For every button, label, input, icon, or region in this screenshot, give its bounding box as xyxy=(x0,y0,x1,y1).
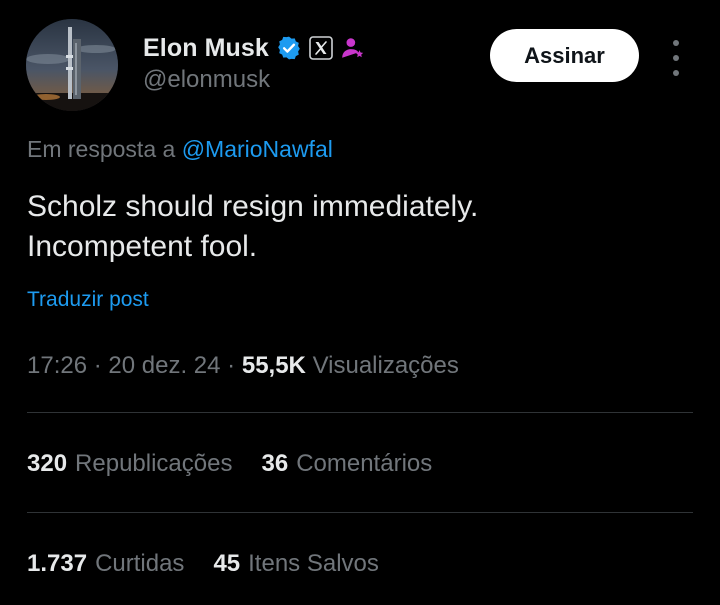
reposts-label: Republicações xyxy=(75,450,233,477)
verified-badge-icon[interactable] xyxy=(276,35,302,61)
post-text: Scholz should resign immediately. Incomp… xyxy=(27,187,687,267)
divider xyxy=(27,512,693,513)
x-affiliate-icon[interactable] xyxy=(309,36,333,60)
more-dot xyxy=(673,55,679,61)
bookmarks-stat[interactable]: 45 Itens Salvos xyxy=(213,550,378,578)
likes-stat[interactable]: 1.737 Curtidas xyxy=(27,550,184,578)
post-text-line: Scholz should resign immediately. xyxy=(27,190,479,223)
follow-button[interactable]: Assinar xyxy=(490,29,639,82)
author-name-row: Elon Musk xyxy=(143,30,366,66)
post-time[interactable]: 17:26 xyxy=(27,352,87,379)
avatar-rocket-image xyxy=(26,19,118,111)
bookmarks-count: 45 xyxy=(213,550,241,577)
reply-context: Em resposta a @MarioNawfal xyxy=(27,136,333,163)
views-label: Visualizações xyxy=(312,352,459,379)
views-count: 55,5K xyxy=(241,352,306,379)
more-options-icon[interactable] xyxy=(666,40,686,76)
post-meta: 17:26 · 20 dez. 24 · 55,5K Visualizações xyxy=(27,352,459,380)
author-name[interactable]: Elon Musk xyxy=(143,34,269,63)
post-date[interactable]: 20 dez. 24 xyxy=(108,352,220,379)
post-text-line: Incompetent fool. xyxy=(27,230,258,263)
more-dot xyxy=(673,40,679,46)
bookmarks-label: Itens Salvos xyxy=(248,550,379,577)
stats-row-likes-bookmarks: 1.737 Curtidas 45 Itens Salvos xyxy=(27,550,379,578)
meta-separator: · xyxy=(227,352,236,379)
author-handle[interactable]: @elonmusk xyxy=(143,66,270,94)
comments-stat[interactable]: 36 Comentários xyxy=(261,450,432,478)
translate-post-link[interactable]: Traduzir post xyxy=(27,288,149,312)
parody-person-icon[interactable] xyxy=(340,35,366,61)
more-dot xyxy=(673,70,679,76)
reposts-stat[interactable]: 320 Republicações xyxy=(27,450,232,478)
reposts-count: 320 xyxy=(27,450,68,477)
comments-label: Comentários xyxy=(296,450,433,477)
likes-label: Curtidas xyxy=(95,550,185,577)
meta-separator: · xyxy=(93,352,102,379)
reply-prefix: Em resposta a xyxy=(27,136,176,162)
reply-mention-link[interactable]: @MarioNawfal xyxy=(182,136,333,162)
comments-count: 36 xyxy=(261,450,289,477)
divider xyxy=(27,412,693,413)
avatar[interactable] xyxy=(26,19,118,111)
likes-count: 1.737 xyxy=(27,550,88,577)
stats-row-reposts-comments: 320 Republicações 36 Comentários xyxy=(27,450,432,478)
